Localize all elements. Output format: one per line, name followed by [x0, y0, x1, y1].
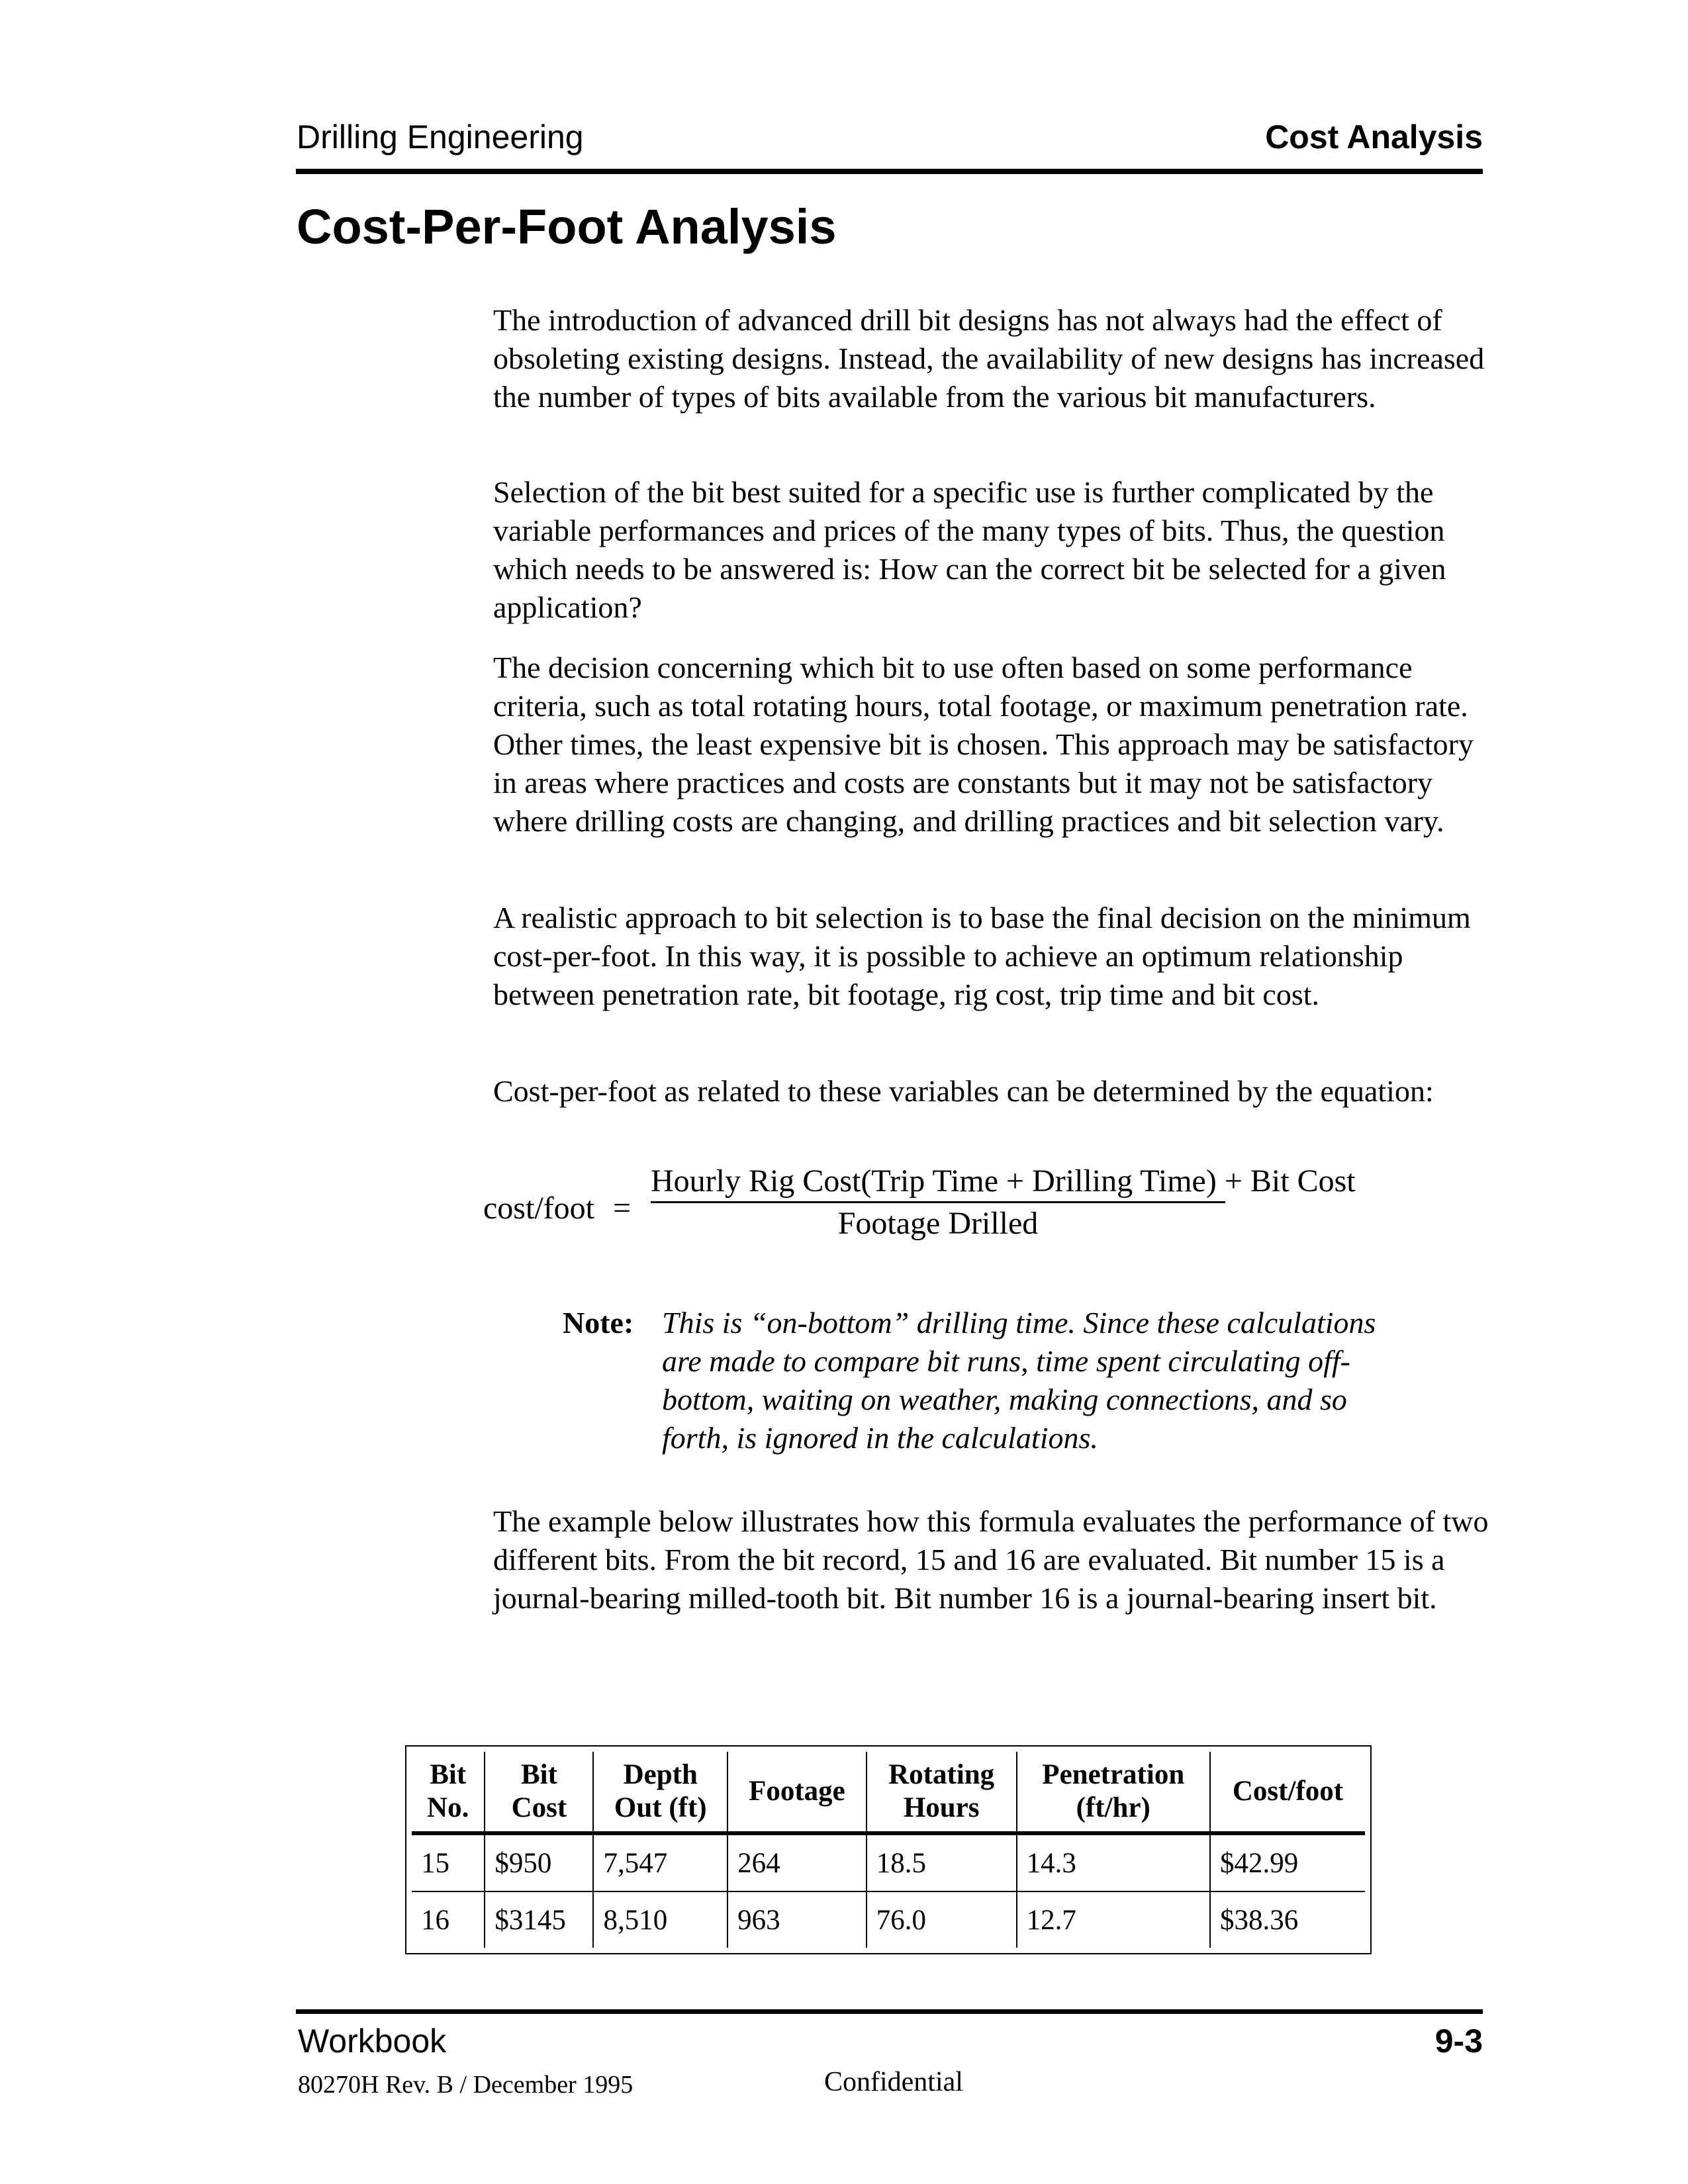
- bit-comparison-table: Bit No. Bit Cost Depth Out (ft) Footage …: [405, 1745, 1372, 1954]
- footer-rule: [296, 2009, 1483, 2014]
- paragraph-selection: Selection of the bit best suited for a s…: [493, 475, 1446, 624]
- table-cell: 12.7: [1017, 1892, 1211, 1948]
- table-cell: $42.99: [1210, 1835, 1365, 1892]
- table-cell: 14.3: [1017, 1835, 1211, 1892]
- table-cell: $950: [485, 1835, 594, 1892]
- footer-confidential: Confidential: [824, 2067, 963, 2097]
- running-header-section: Drilling Engineering: [297, 118, 584, 156]
- column-header-penetration: Penetration (ft/hr): [1017, 1752, 1211, 1835]
- column-header-bit-cost: Bit Cost: [485, 1752, 594, 1835]
- table-cell: 8,510: [594, 1892, 729, 1948]
- table-cell: $3145: [485, 1892, 594, 1948]
- column-header-cost-per-foot: Cost/foot: [1210, 1752, 1365, 1835]
- table-cell: 16: [412, 1892, 486, 1948]
- running-header-chapter: Cost Analysis: [1265, 118, 1483, 156]
- table-cell: 963: [728, 1892, 867, 1948]
- header-rule: [296, 169, 1483, 174]
- equation-fraction: Hourly Rig Cost(Trip Time + Drilling Tim…: [651, 1161, 1356, 1243]
- note-label: Note:: [563, 1306, 634, 1340]
- table-cell: 76.0: [867, 1892, 1017, 1948]
- page-number: 9-3: [1434, 2023, 1483, 2060]
- table-cell: 7,547: [594, 1835, 729, 1892]
- table-cell: 15: [412, 1835, 486, 1892]
- column-header-bit-no: Bit No.: [412, 1752, 486, 1835]
- paragraph-decision: The decision concerning which bit to use…: [493, 651, 1474, 838]
- paragraph-realistic-approach: A realistic approach to bit selection is…: [493, 901, 1471, 1011]
- table-header-row: Bit No. Bit Cost Depth Out (ft) Footage …: [412, 1752, 1365, 1835]
- footer-revision: 80270H Rev. B / December 1995: [298, 2071, 633, 2099]
- table-cell: $38.36: [1219, 1904, 1299, 1936]
- equation-lhs-label: cost/foot: [483, 1191, 594, 1226]
- paragraph-equation-intro: Cost-per-foot as related to these variab…: [493, 1074, 1434, 1108]
- page-title: Cost-Per-Foot Analysis: [297, 199, 837, 254]
- cost-per-foot-equation: cost/foot = Hourly Rig Cost(Trip Time + …: [483, 1161, 1410, 1254]
- equation-lhs: cost/foot =: [483, 1190, 631, 1226]
- column-header-footage: Footage: [728, 1752, 867, 1835]
- table-row: 16 $3145 8,510 963 76.0 12.7 $38.36: [412, 1892, 1365, 1948]
- table-row: 15 $950 7,547 264 18.5 14.3 $42.99: [412, 1835, 1365, 1892]
- bit-comparison-table-grid: Bit No. Bit Cost Depth Out (ft) Footage …: [405, 1745, 1372, 1954]
- column-header-depth-out: Depth Out (ft): [594, 1752, 729, 1835]
- note-block: Note: This is “on-bottom” drilling time.…: [563, 1304, 1403, 1457]
- column-header-rotating-hours: Rotating Hours: [867, 1752, 1017, 1835]
- paragraph-example: The example below illustrates how this f…: [493, 1504, 1489, 1615]
- equation-numerator: Hourly Rig Cost(Trip Time + Drilling Tim…: [651, 1163, 1356, 1199]
- note-text: This is “on-bottom” drilling time. Since…: [662, 1306, 1376, 1455]
- equation-denominator: Footage Drilled: [837, 1206, 1039, 1241]
- table-cell: 264: [728, 1835, 867, 1892]
- table-cell: 18.5: [867, 1835, 1017, 1892]
- fraction-bar: [651, 1201, 1225, 1203]
- footer-workbook-label: Workbook: [298, 2023, 447, 2060]
- equation-equals-sign: =: [612, 1191, 632, 1226]
- paragraph-intro: The introduction of advanced drill bit d…: [493, 303, 1485, 414]
